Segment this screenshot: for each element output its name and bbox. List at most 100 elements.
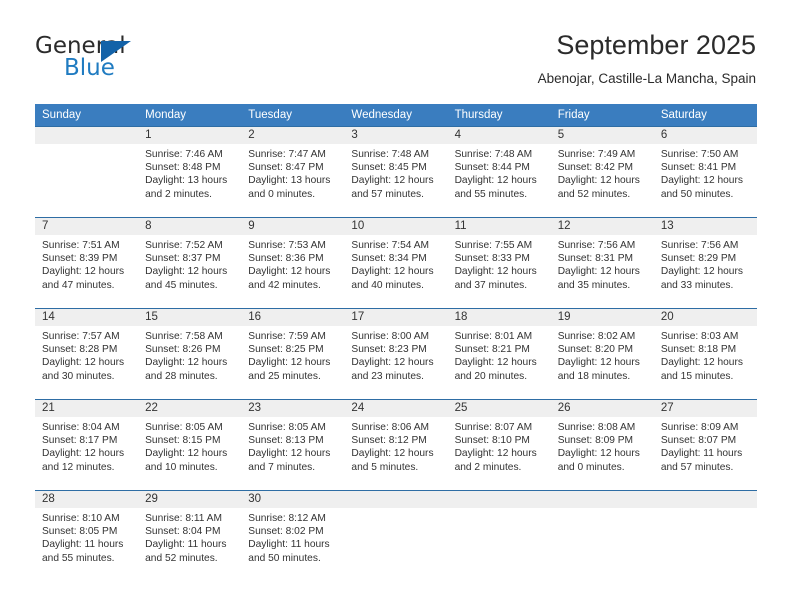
sunrise-sunset-calendar: Sunday Monday Tuesday Wednesday Thursday Frid…: [35, 104, 757, 581]
calendar-day-cell-empty: [550, 490, 654, 581]
day-details: Sunrise: 8:07 AM Sunset: 8:10 PM Daylight:…: [448, 417, 551, 474]
day-details: Sunrise: 8:08 AM Sunset: 8:09 PM Daylight:…: [551, 417, 654, 474]
sunrise-time: Sunrise: 8:07 AM: [454, 422, 533, 433]
daylight-duration-line1: Daylight: 11 hours: [248, 539, 330, 551]
calendar-day-cell[interactable]: 24 Sunrise: 8:06 AM Sunset: 8:12 PM Dayligh…: [344, 399, 448, 491]
calendar-day-cell[interactable]: 17 Sunrise: 8:00 AM Sunset: 8:23 PM Dayligh…: [344, 308, 448, 400]
calendar-day-cell-empty: [653, 490, 757, 581]
daylight-duration-line2: and 35 minutes.: [557, 279, 631, 291]
daylight-duration-line1: Daylight: 12 hours: [42, 448, 125, 460]
daylight-duration-line1: Daylight: 11 hours: [660, 448, 743, 460]
day-number: 13: [653, 218, 757, 235]
day-number: 27: [653, 400, 757, 417]
calendar-day-cell[interactable]: 16 Sunrise: 7:59 AM Sunset: 8:25 PM Dayligh…: [241, 308, 345, 400]
calendar-day-cell[interactable]: 11 Sunrise: 7:55 AM Sunset: 8:33 PM Dayligh…: [447, 217, 551, 309]
calendar-day-cell[interactable]: 9 Sunrise: 7:53 AM Sunset: 8:36 PM Daylight…: [241, 217, 345, 309]
weekday-header-saturday: Saturday: [653, 104, 757, 127]
calendar-day-cell[interactable]: 29 Sunrise: 8:11 AM Sunset: 8:04 PM Dayligh…: [138, 490, 242, 581]
general-blue-logo[interactable]: General Blue: [35, 33, 275, 89]
sunrise-time: Sunrise: 8:00 AM: [351, 331, 430, 342]
daylight-duration-line2: and 55 minutes.: [42, 552, 115, 564]
calendar-day-cell[interactable]: 5 Sunrise: 7:49 AM Sunset: 8:42 PM Daylight…: [550, 126, 654, 218]
daylight-duration-line2: and 18 minutes.: [557, 370, 631, 382]
calendar-day-cell[interactable]: 7 Sunrise: 7:51 AM Sunset: 8:39 PM Daylight…: [35, 217, 139, 309]
day-details: Sunrise: 8:01 AM Sunset: 8:21 PM Daylight:…: [448, 326, 551, 383]
sunrise-time: Sunrise: 7:52 AM: [145, 240, 223, 251]
calendar-day-cell[interactable]: 13 Sunrise: 7:56 AM Sunset: 8:29 PM Dayligh…: [653, 217, 757, 309]
calendar-day-cell[interactable]: 19 Sunrise: 8:02 AM Sunset: 8:20 PM Dayligh…: [550, 308, 654, 400]
calendar-day-cell[interactable]: 2 Sunrise: 7:47 AM Sunset: 8:47 PM Daylight…: [241, 126, 345, 218]
weekday-header-tuesday: Tuesday: [241, 104, 345, 127]
day-number: 26: [550, 400, 654, 417]
daylight-duration-line2: and 5 minutes.: [351, 461, 419, 473]
calendar-day-cell[interactable]: 25 Sunrise: 8:07 AM Sunset: 8:10 PM Dayligh…: [447, 399, 551, 491]
day-number: [447, 491, 551, 508]
calendar-day-cell[interactable]: 4 Sunrise: 7:48 AM Sunset: 8:44 PM Daylight…: [447, 126, 551, 218]
page-subtitle: Abenojar, Castille-La Mancha, Spain: [537, 71, 756, 86]
day-details: Sunrise: 7:48 AM Sunset: 8:44 PM Daylight:…: [448, 144, 551, 201]
calendar-body: 1 Sunrise: 7:46 AM Sunset: 8:48 PM Daylight…: [35, 126, 757, 581]
day-details: Sunrise: 8:04 AM Sunset: 8:17 PM Daylight:…: [35, 417, 138, 474]
calendar-day-cell[interactable]: 6 Sunrise: 7:50 AM Sunset: 8:41 PM Daylight…: [653, 126, 757, 218]
sunrise-time: Sunrise: 8:05 AM: [248, 422, 326, 433]
calendar-day-cell[interactable]: 1 Sunrise: 7:46 AM Sunset: 8:48 PM Daylight…: [138, 126, 242, 218]
sunset-time: Sunset: 8:05 PM: [42, 526, 118, 538]
sunrise-time: Sunrise: 7:56 AM: [557, 240, 636, 251]
daylight-duration-line2: and 57 minutes.: [351, 188, 424, 200]
sunset-time: Sunset: 8:02 PM: [248, 526, 324, 538]
day-details: Sunrise: 8:12 AM Sunset: 8:02 PM Daylight:…: [241, 508, 344, 565]
sunrise-time: Sunrise: 7:48 AM: [454, 149, 533, 160]
calendar-day-cell[interactable]: 8 Sunrise: 7:52 AM Sunset: 8:37 PM Daylight…: [138, 217, 242, 309]
calendar-day-cell[interactable]: 27 Sunrise: 8:09 AM Sunset: 8:07 PM Dayligh…: [653, 399, 757, 491]
calendar-week-row: 1 Sunrise: 7:46 AM Sunset: 8:48 PM Daylight…: [35, 126, 757, 218]
calendar-day-cell[interactable]: 30 Sunrise: 8:12 AM Sunset: 8:02 PM Dayligh…: [241, 490, 345, 581]
sunrise-time: Sunrise: 7:56 AM: [660, 240, 739, 251]
daylight-duration-line2: and 28 minutes.: [145, 370, 218, 382]
calendar-day-cell[interactable]: 28 Sunrise: 8:10 AM Sunset: 8:05 PM Dayligh…: [35, 490, 139, 581]
daylight-duration-line1: Daylight: 11 hours: [145, 539, 227, 551]
daylight-duration-line2: and 37 minutes.: [454, 279, 528, 291]
day-details: Sunrise: 7:51 AM Sunset: 8:39 PM Daylight:…: [35, 235, 138, 292]
daylight-duration-line2: and 47 minutes.: [42, 279, 115, 291]
calendar-day-cell[interactable]: 14 Sunrise: 7:57 AM Sunset: 8:28 PM Dayligh…: [35, 308, 139, 400]
calendar-day-cell-empty: [35, 126, 139, 218]
calendar-day-cell[interactable]: 10 Sunrise: 7:54 AM Sunset: 8:34 PM Dayligh…: [344, 217, 448, 309]
calendar-day-cell[interactable]: 26 Sunrise: 8:08 AM Sunset: 8:09 PM Dayligh…: [550, 399, 654, 491]
sunrise-time: Sunrise: 7:53 AM: [248, 240, 326, 251]
calendar-day-cell[interactable]: 22 Sunrise: 8:05 AM Sunset: 8:15 PM Dayligh…: [138, 399, 242, 491]
calendar-page: General Blue September 2025 Abenojar, Ca…: [0, 0, 792, 612]
day-details: Sunrise: 7:57 AM Sunset: 8:28 PM Daylight:…: [35, 326, 138, 383]
calendar-day-cell[interactable]: 18 Sunrise: 8:01 AM Sunset: 8:21 PM Dayligh…: [447, 308, 551, 400]
day-number: 6: [653, 127, 757, 144]
day-details: Sunrise: 8:05 AM Sunset: 8:15 PM Daylight:…: [138, 417, 241, 474]
calendar-day-cell[interactable]: 20 Sunrise: 8:03 AM Sunset: 8:18 PM Dayligh…: [653, 308, 757, 400]
day-details: Sunrise: 7:54 AM Sunset: 8:34 PM Daylight:…: [344, 235, 447, 292]
day-details: Sunrise: 7:47 AM Sunset: 8:47 PM Daylight:…: [241, 144, 344, 201]
daylight-duration-line1: Daylight: 12 hours: [351, 357, 434, 369]
calendar-day-cell[interactable]: 12 Sunrise: 7:56 AM Sunset: 8:31 PM Dayligh…: [550, 217, 654, 309]
day-number: 19: [550, 309, 654, 326]
day-number: [550, 491, 654, 508]
daylight-duration-line2: and 12 minutes.: [42, 461, 115, 473]
sunrise-time: Sunrise: 7:49 AM: [557, 149, 636, 160]
day-details: Sunrise: 7:56 AM Sunset: 8:29 PM Daylight:…: [654, 235, 757, 292]
day-number: 2: [241, 127, 345, 144]
daylight-duration-line2: and 42 minutes.: [248, 279, 321, 291]
day-details: Sunrise: 7:50 AM Sunset: 8:41 PM Daylight:…: [654, 144, 757, 201]
day-number: [35, 127, 139, 144]
day-details: Sunrise: 8:02 AM Sunset: 8:20 PM Daylight:…: [551, 326, 654, 383]
daylight-duration-line2: and 0 minutes.: [557, 461, 625, 473]
calendar-day-cell[interactable]: 3 Sunrise: 7:48 AM Sunset: 8:45 PM Daylight…: [344, 126, 448, 218]
sunset-time: Sunset: 8:28 PM: [42, 344, 118, 356]
daylight-duration-line1: Daylight: 12 hours: [248, 448, 331, 460]
daylight-duration-line1: Daylight: 12 hours: [557, 448, 640, 460]
calendar-day-cell[interactable]: 15 Sunrise: 7:58 AM Sunset: 8:26 PM Dayligh…: [138, 308, 242, 400]
sunset-time: Sunset: 8:07 PM: [660, 435, 737, 447]
day-details: Sunrise: 7:52 AM Sunset: 8:37 PM Daylight:…: [138, 235, 241, 292]
calendar-day-cell[interactable]: 23 Sunrise: 8:05 AM Sunset: 8:13 PM Dayligh…: [241, 399, 345, 491]
daylight-duration-line2: and 50 minutes.: [248, 552, 321, 564]
calendar-day-cell[interactable]: 21 Sunrise: 8:04 AM Sunset: 8:17 PM Dayligh…: [35, 399, 139, 491]
sunrise-time: Sunrise: 8:06 AM: [351, 422, 430, 433]
daylight-duration-line2: and 52 minutes.: [557, 188, 631, 200]
daylight-duration-line2: and 10 minutes.: [145, 461, 218, 473]
